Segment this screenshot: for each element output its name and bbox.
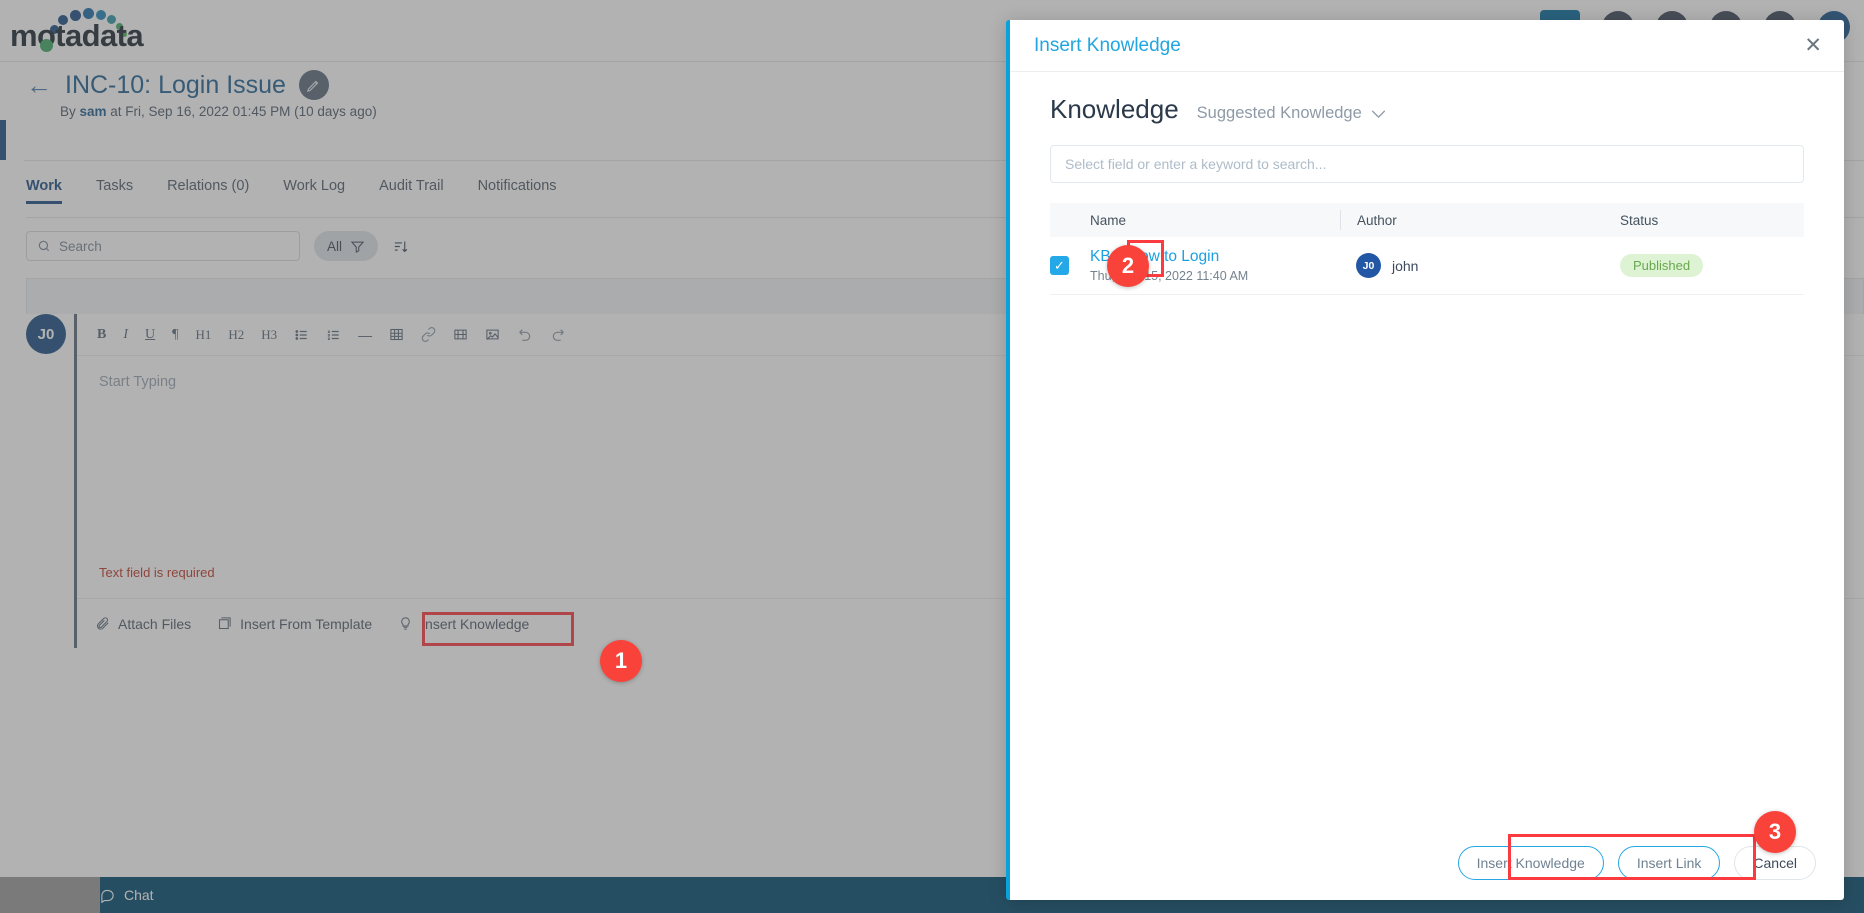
table-icon[interactable] xyxy=(389,327,404,342)
tab-relations[interactable]: Relations (0) xyxy=(167,178,249,204)
close-icon[interactable]: ✕ xyxy=(1804,35,1822,56)
numbered-list-icon[interactable] xyxy=(326,328,341,342)
back-arrow-icon[interactable]: ← xyxy=(26,72,52,98)
step-badge-1: 1 xyxy=(600,640,642,682)
bullet-list-icon[interactable] xyxy=(294,328,309,342)
knowledge-row-author-cell: J0 john xyxy=(1340,253,1620,278)
knowledge-heading-row: Knowledge Suggested Knowledge xyxy=(1050,94,1804,125)
column-header-name: Name xyxy=(1050,213,1340,228)
knowledge-table: Name Author Status ✓ KB-2 How to Login T… xyxy=(1050,203,1804,295)
logo-o-accent xyxy=(40,39,53,52)
knowledge-row-checkbox-cell: ✓ xyxy=(1050,256,1090,275)
image-icon[interactable] xyxy=(485,327,500,342)
motadata-logo[interactable]: motadata xyxy=(10,6,160,56)
pencil-icon[interactable] xyxy=(299,70,329,100)
page-title: INC-10: Login Issue xyxy=(65,71,286,100)
sort-descending-icon[interactable] xyxy=(392,238,409,255)
author-name: john xyxy=(1392,258,1418,274)
knowledge-row-status-cell: Published xyxy=(1620,254,1804,277)
chat-icon xyxy=(100,888,115,903)
filter-label: All xyxy=(327,239,342,254)
step-badge-3: 3 xyxy=(1754,811,1796,853)
search-input-wrapper[interactable]: Search xyxy=(26,231,300,261)
attach-files-label: Attach Files xyxy=(118,616,191,632)
knowledge-row-checkbox[interactable]: ✓ xyxy=(1050,256,1069,275)
attach-files-button[interactable]: Attach Files xyxy=(95,616,191,632)
underline-icon[interactable]: U xyxy=(145,327,155,343)
knowledge-table-header: Name Author Status xyxy=(1050,203,1804,237)
knowledge-heading: Knowledge xyxy=(1050,94,1179,125)
knowledge-search-input[interactable]: Select field or enter a keyword to searc… xyxy=(1050,145,1804,183)
editor-error-message: Text field is required xyxy=(99,565,215,580)
search-icon xyxy=(37,239,51,253)
insert-from-template-button[interactable]: Insert From Template xyxy=(217,616,372,632)
avatar: J0 xyxy=(26,314,66,354)
heading-2-icon[interactable]: H2 xyxy=(228,327,244,343)
logo-wordmark: motadata xyxy=(10,18,143,54)
tab-audit-trail[interactable]: Audit Trail xyxy=(379,178,443,204)
paperclip-icon xyxy=(95,616,110,631)
funnel-icon xyxy=(350,239,365,254)
chat-label: Chat xyxy=(124,887,154,903)
status-badge: Published xyxy=(1620,254,1703,277)
insert-knowledge-button[interactable]: Insert Knowledge xyxy=(1458,846,1604,880)
italic-icon[interactable]: I xyxy=(123,327,128,343)
filter-all-pill[interactable]: All xyxy=(314,231,378,261)
chevron-down-icon xyxy=(1371,109,1386,119)
column-header-status: Status xyxy=(1620,213,1804,228)
incident-timestamp: at Fri, Sep 16, 2022 01:45 PM (10 days a… xyxy=(107,104,377,119)
tab-work-log[interactable]: Work Log xyxy=(283,178,345,204)
knowledge-search-placeholder: Select field or enter a keyword to searc… xyxy=(1065,156,1326,172)
chat-bar-left-gap xyxy=(0,877,100,913)
modal-footer: Insert Knowledge Insert Link Cancel xyxy=(1010,826,1844,900)
table-row[interactable]: ✓ KB-2 How to Login Thu, Sep 15, 2022 11… xyxy=(1050,237,1804,295)
heading-1-icon[interactable]: H1 xyxy=(195,327,211,343)
insert-link-button[interactable]: Insert Link xyxy=(1618,846,1721,880)
insert-from-template-label: Insert From Template xyxy=(240,616,372,632)
tab-work[interactable]: Work xyxy=(26,178,62,204)
modal-title: Insert Knowledge xyxy=(1034,35,1181,57)
incident-by-label: By xyxy=(60,104,80,119)
modal-header: Insert Knowledge ✕ xyxy=(1010,20,1844,72)
video-icon[interactable] xyxy=(453,327,468,342)
knowledge-source-label: Suggested Knowledge xyxy=(1197,104,1362,123)
link-icon[interactable] xyxy=(421,327,436,342)
knowledge-source-selector[interactable]: Suggested Knowledge xyxy=(1197,104,1386,123)
lightbulb-icon xyxy=(398,616,413,631)
work-toolbar: Search All xyxy=(26,231,409,261)
highlight-box-step-1 xyxy=(422,612,574,646)
horizontal-rule-icon[interactable]: — xyxy=(358,327,372,343)
column-header-author: Author xyxy=(1340,210,1620,230)
author-avatar: J0 xyxy=(1356,253,1381,278)
bold-icon[interactable]: B xyxy=(97,327,106,343)
tab-notifications[interactable]: Notifications xyxy=(478,178,557,204)
redo-icon[interactable] xyxy=(550,327,566,343)
insert-knowledge-modal: Insert Knowledge ✕ Knowledge Suggested K… xyxy=(1006,20,1844,900)
undo-icon[interactable] xyxy=(517,327,533,343)
step-badge-2: 2 xyxy=(1107,245,1149,287)
left-edge-accent xyxy=(0,120,6,160)
heading-3-icon[interactable]: H3 xyxy=(261,327,277,343)
template-icon xyxy=(217,616,232,631)
tab-tasks[interactable]: Tasks xyxy=(96,178,133,204)
incident-author: sam xyxy=(80,104,107,119)
search-placeholder: Search xyxy=(59,239,102,254)
paragraph-icon[interactable]: ¶ xyxy=(172,327,178,343)
